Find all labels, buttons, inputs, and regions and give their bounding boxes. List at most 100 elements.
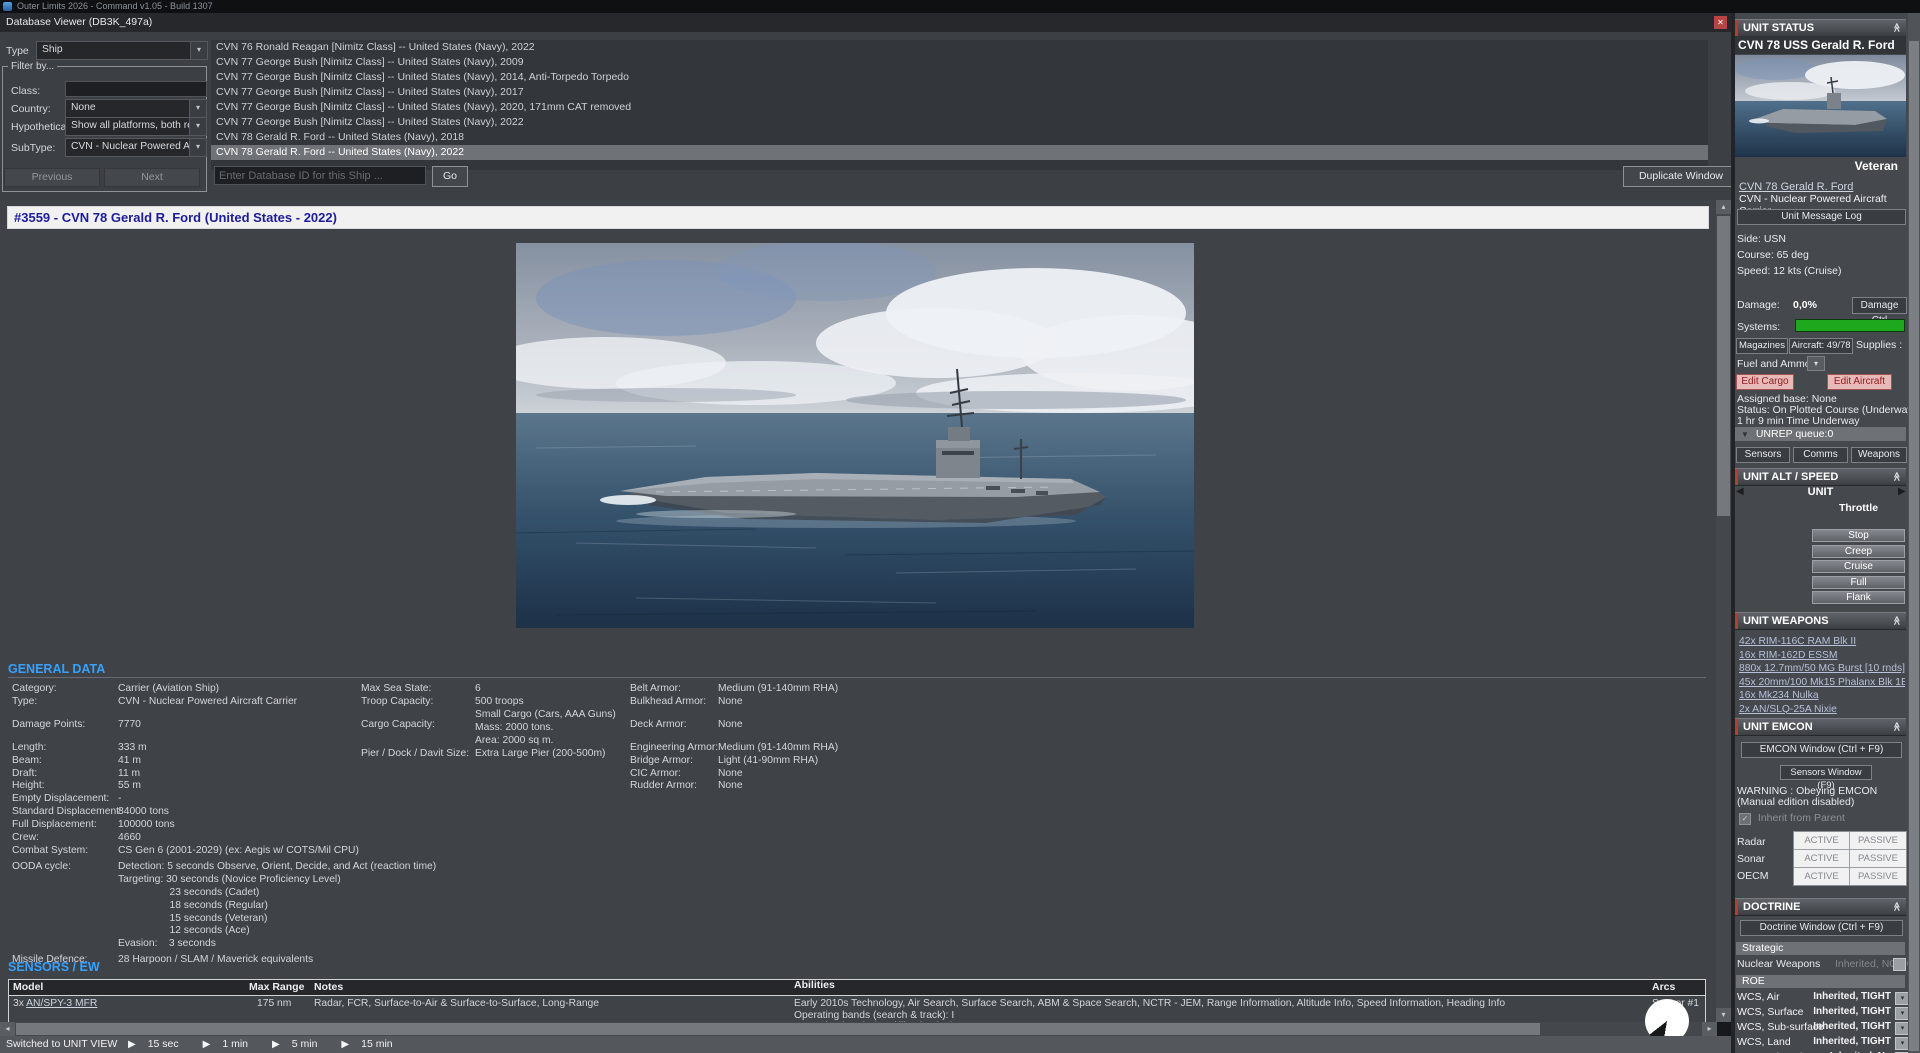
play-icon[interactable]: ▶ [203, 1036, 211, 1053]
unit-message-log-button[interactable]: Unit Message Log [1737, 209, 1906, 225]
unit-weapons-header[interactable]: UNIT WEAPONS ≪ [1735, 612, 1906, 630]
sensors-table-body: 3x AN/SPY-3 MFR 175 nm Radar, FCR, Surfa… [9, 996, 1705, 1022]
horizontal-scrollbar[interactable]: ◂ ▸ [0, 1022, 1717, 1036]
list-item[interactable]: CVN 77 George Bush [Nimitz Class] -- Uni… [211, 100, 1708, 115]
active-button[interactable]: ACTIVE [1794, 868, 1850, 885]
list-item[interactable]: CVN 78 Gerald R. Ford -- United States (… [211, 130, 1708, 145]
collapse-icon[interactable]: ≪ [1892, 722, 1901, 731]
collapse-icon[interactable]: ≪ [1892, 902, 1901, 911]
throttle-full-button[interactable]: Full [1812, 576, 1905, 589]
time-step[interactable]: ▶ 1 min [203, 1036, 248, 1053]
unit-alt-speed-header[interactable]: UNIT ALT / SPEED ≪ [1735, 468, 1906, 486]
list-item[interactable]: CVN 77 George Bush [Nimitz Class] -- Uni… [211, 115, 1708, 130]
vertical-scrollbar[interactable]: ▴ ▾ [1716, 200, 1731, 1022]
time-step[interactable]: ▶ 15 sec [128, 1036, 179, 1053]
time-step-label: 15 min [361, 1036, 393, 1053]
passive-button[interactable]: PASSIVE [1850, 868, 1906, 885]
collapse-icon[interactable]: ≪ [1892, 616, 1901, 625]
sensors-window-button[interactable]: Sensors Window (F9) [1780, 765, 1872, 780]
duplicate-window-button[interactable]: Duplicate Window [1623, 166, 1739, 187]
chevron-down-icon[interactable]: ▾ [189, 139, 206, 156]
col-model: Model [9, 980, 245, 995]
sensor-model-link[interactable]: AN/SPY-3 MFR [26, 998, 97, 1009]
time-step[interactable]: ▶ 15 min [341, 1036, 392, 1053]
play-icon[interactable]: ▶ [272, 1036, 280, 1053]
go-button[interactable]: Go [432, 166, 468, 187]
list-item[interactable]: CVN 77 George Bush [Nimitz Class] -- Uni… [211, 55, 1708, 70]
data-row: Draft:11 m [12, 768, 357, 781]
tab-sensors[interactable]: Sensors [1736, 447, 1790, 463]
scroll-up-icon[interactable]: ▴ [1716, 200, 1731, 214]
magazines-button[interactable]: Magazines [1736, 338, 1788, 354]
weapon-link[interactable]: 16x Mk234 Nulka [1739, 689, 1905, 703]
sidebar-scrollbar[interactable] [1908, 13, 1920, 1053]
passive-button[interactable]: PASSIVE [1850, 850, 1906, 867]
doctrine-window-button[interactable]: Doctrine Window (Ctrl + F9) [1740, 920, 1903, 936]
data-row: Rudder Armor:None [630, 780, 930, 793]
collapse-icon[interactable]: ≪ [1892, 23, 1901, 32]
throttle-flank-button[interactable]: Flank [1812, 591, 1905, 604]
previous-button[interactable]: Previous [4, 168, 100, 187]
play-icon[interactable]: ▶ [341, 1036, 349, 1053]
list-item[interactable]: CVN 78 Gerald R. Ford -- United States (… [211, 145, 1708, 160]
weapon-link[interactable]: 880x 12.7mm/50 MG Burst [10 rnds] [1739, 662, 1905, 676]
sidebar: UNIT STATUS ≪ CVN 78 USS Gerald R. Ford [1735, 13, 1920, 1053]
filter-panel: Type Ship ▾ Filter by... Class: Country:… [0, 32, 1731, 201]
scroll-down-icon[interactable]: ▾ [1716, 1008, 1731, 1022]
weapon-link[interactable]: 16x RIM-162D ESSM [1739, 649, 1905, 663]
throttle-creep-button[interactable]: Creep [1812, 545, 1905, 558]
tab-weapons[interactable]: Weapons [1851, 447, 1907, 463]
sonar-label: Sonar [1737, 853, 1765, 865]
fuel-ammo-dropdown[interactable]: ▾ [1807, 356, 1825, 371]
unit-status-header[interactable]: UNIT STATUS ≪ [1735, 19, 1906, 37]
chevron-down-icon[interactable]: ▾ [190, 42, 207, 59]
type-dropdown[interactable]: Ship ▾ [36, 41, 208, 60]
horizontal-scroll-thumb[interactable] [16, 1023, 1540, 1035]
table-row: 3x AN/SPY-3 MFR 175 nm Radar, FCR, Surfa… [9, 996, 1705, 1022]
weapon-link[interactable]: 2x AN/SLQ-25A Nixie [1739, 703, 1905, 717]
passive-button[interactable]: PASSIVE [1850, 832, 1906, 849]
chevron-down-icon[interactable]: ▾ [189, 100, 206, 117]
scroll-left-icon[interactable]: ◂ [0, 1022, 15, 1036]
aircraft-button[interactable]: Aircraft: 49/78 [1789, 338, 1853, 354]
throttle-cruise-button[interactable]: Cruise [1812, 560, 1905, 573]
time-step[interactable]: ▶ 5 min [272, 1036, 317, 1053]
play-icon[interactable]: ▶ [128, 1036, 136, 1053]
vertical-scroll-thumb[interactable] [1717, 216, 1730, 516]
weapon-link[interactable]: 42x RIM-116C RAM Blk II [1739, 635, 1905, 649]
close-icon[interactable]: ✕ [1714, 16, 1727, 29]
country-dropdown[interactable]: None ▾ [65, 99, 207, 118]
emcon-window-button[interactable]: EMCON Window (Ctrl + F9) [1741, 742, 1902, 758]
database-id-input[interactable] [214, 166, 426, 185]
throttle-stop-button[interactable]: Stop [1812, 529, 1905, 542]
unrep-queue-bar[interactable]: ▼ UNREP queue:0 [1735, 427, 1906, 441]
nuclear-weapons-checkbox[interactable] [1893, 958, 1906, 971]
doctrine-header[interactable]: DOCTRINE ≪ [1735, 898, 1906, 916]
col-arcs: Arcs [1648, 980, 1703, 995]
list-item[interactable]: CVN 77 George Bush [Nimitz Class] -- Uni… [211, 70, 1708, 85]
class-input[interactable] [65, 81, 207, 97]
weapon-link[interactable]: 45x 20mm/100 Mk15 Phalanx Blk 1B [Burst] [1739, 676, 1905, 690]
damage-label: Damage: [1737, 299, 1780, 311]
active-button[interactable]: ACTIVE [1794, 832, 1850, 849]
checkbox-checked-icon[interactable]: ✓ [1739, 813, 1751, 825]
unit-emcon-header[interactable]: UNIT EMCON ≪ [1735, 718, 1906, 736]
subtype-dropdown[interactable]: CVN - Nuclear Powered Air ▾ [65, 138, 207, 157]
collapse-icon[interactable]: ≪ [1892, 472, 1901, 481]
chevron-down-icon[interactable]: ▾ [189, 118, 206, 135]
edit-aircraft-button[interactable]: Edit Aircraft [1827, 374, 1892, 390]
tab-comms[interactable]: Comms [1793, 447, 1848, 463]
hypothetical-dropdown[interactable]: Show all platforms, both rea ▾ [65, 117, 207, 136]
edit-cargo-button[interactable]: Edit Cargo [1736, 374, 1794, 390]
sensors-table: Model Max Range Notes Abilities Arcs 3x … [8, 979, 1706, 1022]
emcon-grid: ACTIVE PASSIVE ACTIVE PASSIVE ACTIVE PAS… [1793, 831, 1907, 886]
list-item[interactable]: CVN 77 George Bush [Nimitz Class] -- Uni… [211, 85, 1708, 100]
scroll-right-icon[interactable]: ▸ [1702, 1022, 1717, 1036]
next-button[interactable]: Next [104, 168, 200, 187]
list-item[interactable]: CVN 76 Ronald Reagan [Nimitz Class] -- U… [211, 40, 1708, 55]
data-row: Troop Capacity:500 troops [361, 696, 626, 709]
unit-class-link[interactable]: CVN 78 Gerald R. Ford [1739, 181, 1853, 193]
active-button[interactable]: ACTIVE [1794, 850, 1850, 867]
sidebar-scroll-thumb[interactable] [1909, 41, 1919, 1051]
damage-ctrl-button[interactable]: Damage Ctrl [1852, 297, 1907, 314]
